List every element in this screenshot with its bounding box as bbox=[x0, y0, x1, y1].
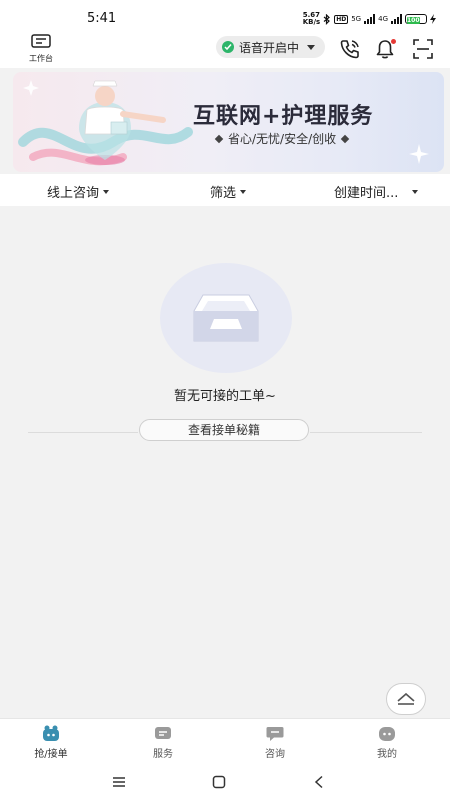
signal-5g-icon bbox=[364, 14, 376, 24]
workbench-label: 工作台 bbox=[29, 54, 53, 63]
tab-label: 我的 bbox=[377, 749, 397, 760]
home-icon[interactable] bbox=[212, 775, 226, 789]
signal-4g-icon bbox=[391, 14, 402, 24]
arrow-up-icon bbox=[397, 692, 415, 705]
divider-right bbox=[310, 432, 422, 433]
status-icons: 5.67 KB/s HD 5G 4G 100 bbox=[303, 12, 436, 26]
menu-icon[interactable] bbox=[111, 776, 127, 788]
network-speed: 5.67 KB/s bbox=[303, 12, 320, 26]
banner-subtitle: 省心/无忧/安全/创收 bbox=[228, 132, 337, 146]
nurse-illustration bbox=[18, 80, 193, 166]
check-icon bbox=[222, 41, 234, 53]
battery-icon: 100 bbox=[405, 14, 427, 24]
scan-icon[interactable] bbox=[412, 38, 434, 60]
workbench-icon bbox=[31, 34, 51, 48]
consult-type-label: 线上咨询 bbox=[47, 186, 100, 201]
workbench-button[interactable]: 工作台 bbox=[24, 33, 58, 64]
service-icon bbox=[155, 727, 171, 739]
grab-order-icon bbox=[43, 725, 59, 741]
tab-consult[interactable]: 咨询 bbox=[245, 725, 305, 760]
order-tips-button[interactable]: 查看接单秘籍 bbox=[139, 419, 309, 441]
chevron-down-icon bbox=[307, 44, 316, 50]
consult-type-dropdown[interactable]: 线上咨询 bbox=[47, 182, 110, 201]
tab-grab-order[interactable]: 抢/接单 bbox=[21, 725, 81, 760]
tab-label: 服务 bbox=[153, 749, 173, 760]
top-header: 工作台 语音开启中 bbox=[0, 30, 450, 68]
tab-service[interactable]: 服务 bbox=[133, 725, 193, 760]
network-speed-unit: KB/s bbox=[302, 18, 321, 26]
charging-icon bbox=[430, 14, 436, 24]
filter-bar: 线上咨询 筛选 创建时间... bbox=[0, 174, 450, 206]
filter-label: 筛选 bbox=[210, 186, 237, 201]
diamond-icon bbox=[214, 134, 224, 143]
notification-button[interactable] bbox=[374, 38, 396, 60]
profile-icon bbox=[379, 727, 395, 741]
banner-title: 互联网+护理服务 bbox=[193, 104, 374, 129]
banner-subtitle-row: 省心/无忧/安全/创收 bbox=[214, 130, 350, 147]
status-time: 5:41 bbox=[87, 11, 117, 26]
scroll-top-button[interactable] bbox=[386, 683, 426, 715]
promo-banner[interactable]: 互联网+护理服务 省心/无忧/安全/创收 bbox=[13, 72, 444, 172]
network-type-5g: 5G bbox=[351, 15, 362, 23]
bottom-tab-bar: 抢/接单 服务 咨询 我的 bbox=[0, 718, 450, 768]
system-nav-bar bbox=[0, 768, 450, 800]
consult-icon bbox=[266, 727, 284, 741]
tab-label: 咨询 bbox=[265, 749, 285, 760]
diamond-icon bbox=[340, 134, 350, 143]
tab-label: 抢/接单 bbox=[34, 749, 68, 760]
empty-tray-icon bbox=[193, 294, 259, 342]
divider-left bbox=[28, 432, 138, 433]
sparkle-icon bbox=[409, 144, 429, 164]
empty-illustration bbox=[160, 263, 292, 373]
voice-status-label: 语音开启中 bbox=[239, 40, 300, 55]
back-icon[interactable] bbox=[313, 775, 325, 789]
voice-status-toggle[interactable]: 语音开启中 bbox=[216, 36, 325, 58]
network-type-4g: 4G bbox=[378, 15, 388, 23]
empty-message: 暂无可接的工单~ bbox=[174, 389, 276, 404]
caret-down-icon bbox=[412, 189, 419, 194]
sort-label: 创建时间... bbox=[334, 186, 399, 201]
bluetooth-icon bbox=[323, 13, 331, 25]
filter-dropdown[interactable]: 筛选 bbox=[210, 182, 247, 201]
hd-badge: HD bbox=[334, 14, 349, 24]
notification-badge-dot bbox=[391, 39, 396, 44]
tab-profile[interactable]: 我的 bbox=[357, 725, 417, 760]
battery-level: 100 bbox=[407, 17, 420, 24]
phone-icon[interactable] bbox=[339, 38, 361, 60]
sort-dropdown[interactable]: 创建时间... bbox=[334, 182, 419, 201]
caret-down-icon bbox=[103, 189, 110, 194]
status-bar: 5:41 5.67 KB/s HD 5G 4G 100 bbox=[0, 0, 450, 30]
caret-down-icon bbox=[240, 189, 247, 194]
